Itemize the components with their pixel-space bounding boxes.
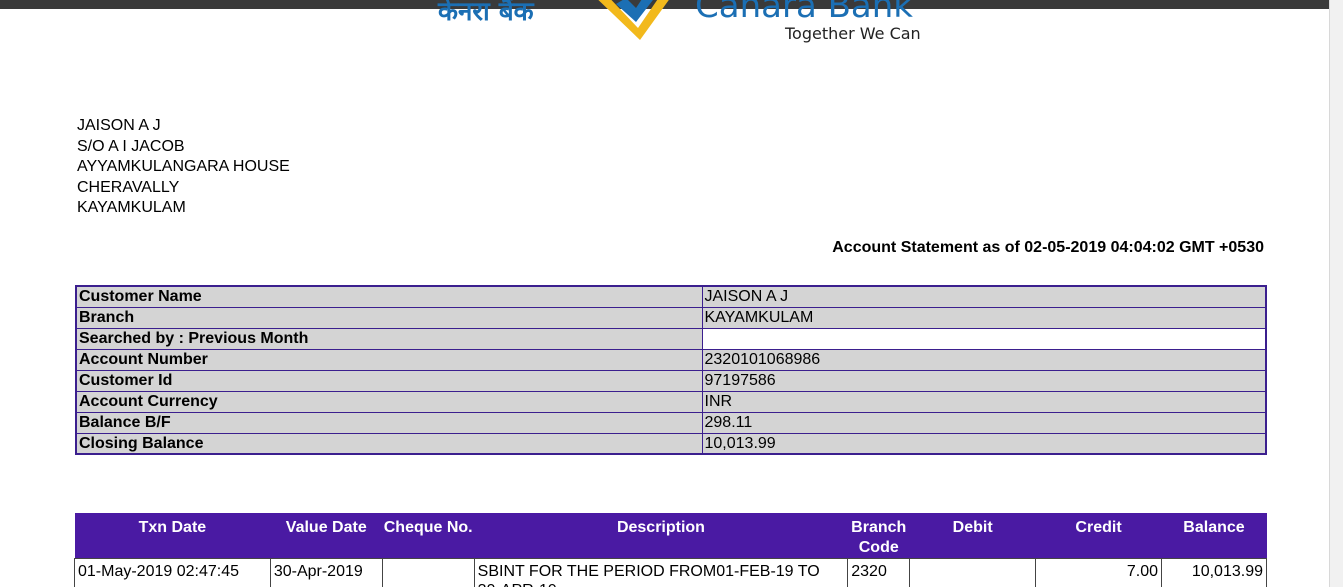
info-value: INR bbox=[701, 390, 1267, 413]
info-value: 97197586 bbox=[701, 369, 1267, 392]
info-row: Customer Id 97197586 bbox=[75, 369, 1267, 392]
transactions-table: Txn Date Value Date Cheque No. Descripti… bbox=[74, 513, 1268, 587]
info-row: Closing Balance 10,013.99 bbox=[75, 432, 1267, 455]
col-header-debit: Debit bbox=[909, 513, 1036, 559]
info-value: KAYAMKULAM bbox=[701, 306, 1267, 329]
col-header-branch-code: Branch Code bbox=[847, 513, 910, 559]
transactions-header-row: Txn Date Value Date Cheque No. Descripti… bbox=[74, 513, 1267, 559]
info-label: Balance B/F bbox=[75, 411, 703, 434]
info-row: Customer Name JAISON A J bbox=[75, 285, 1267, 308]
customer-address: JAISON A J S/O A I JACOB AYYAMKULANGARA … bbox=[77, 116, 290, 219]
col-header-txn-date: Txn Date bbox=[74, 513, 271, 559]
info-label: Account Number bbox=[75, 348, 703, 371]
cell-txn-date: 01-May-2019 02:47:45 bbox=[74, 558, 271, 587]
canara-logo-icon bbox=[598, 0, 669, 40]
cell-cheque-no bbox=[381, 558, 475, 587]
info-label: Account Currency bbox=[75, 390, 703, 413]
info-row: Branch KAYAMKULAM bbox=[75, 306, 1267, 329]
info-label: Customer Id bbox=[75, 369, 703, 392]
info-label: Closing Balance bbox=[75, 432, 703, 455]
info-value: 2320101068986 bbox=[701, 348, 1267, 371]
cell-branch-code: 2320 bbox=[847, 558, 911, 587]
bank-name-hindi: केनरा बैंक bbox=[438, 0, 534, 27]
cell-credit: 7.00 bbox=[1035, 558, 1162, 587]
info-row: Account Number 2320101068986 bbox=[75, 348, 1267, 371]
info-label: Customer Name bbox=[75, 285, 703, 308]
col-header-balance: Balance bbox=[1161, 513, 1267, 559]
cell-description: SBINT FOR THE PERIOD FROM01-FEB-19 TO 30… bbox=[473, 558, 849, 587]
info-label: Branch bbox=[75, 306, 703, 329]
info-row: Account Currency INR bbox=[75, 390, 1267, 413]
cell-debit bbox=[909, 558, 1037, 587]
col-header-credit: Credit bbox=[1035, 513, 1162, 559]
bank-logo: केनरा बैंक Canara Bank Together We Can bbox=[430, 0, 930, 50]
bank-tagline: Together We Can bbox=[785, 24, 921, 43]
col-header-description: Description bbox=[474, 513, 848, 559]
address-line: S/O A I JACOB bbox=[77, 137, 185, 155]
statement-title: Account Statement as of 02-05-2019 04:04… bbox=[832, 239, 1264, 256]
cell-balance: 10,013.99 bbox=[1160, 558, 1268, 587]
table-row: 01-May-2019 02:47:45 30-Apr-2019 SBINT F… bbox=[74, 558, 1268, 587]
address-line: AYYAMKULANGARA HOUSE bbox=[77, 158, 290, 175]
info-row: Searched by : Previous Month bbox=[75, 327, 1267, 350]
info-value: 10,013.99 bbox=[701, 432, 1267, 455]
info-value bbox=[701, 327, 1267, 350]
cell-value-date: 30-Apr-2019 bbox=[269, 558, 383, 587]
address-line: KAYAMKULAM bbox=[77, 199, 186, 216]
info-value: JAISON A J bbox=[701, 285, 1267, 308]
col-header-cheque-no: Cheque No. bbox=[382, 513, 475, 559]
col-header-value-date: Value Date bbox=[270, 513, 383, 559]
info-label: Searched by : Previous Month bbox=[75, 327, 703, 350]
bank-name: Canara Bank bbox=[695, 0, 913, 26]
viewer-scroll-edge[interactable] bbox=[1329, 0, 1343, 587]
address-line: JAISON A J bbox=[77, 117, 161, 134]
info-row: Balance B/F 298.11 bbox=[75, 411, 1267, 434]
info-value: 298.11 bbox=[701, 411, 1267, 434]
address-line: CHERAVALLY bbox=[77, 178, 180, 196]
account-info-table: Customer Name JAISON A J Branch KAYAMKUL… bbox=[75, 285, 1267, 455]
